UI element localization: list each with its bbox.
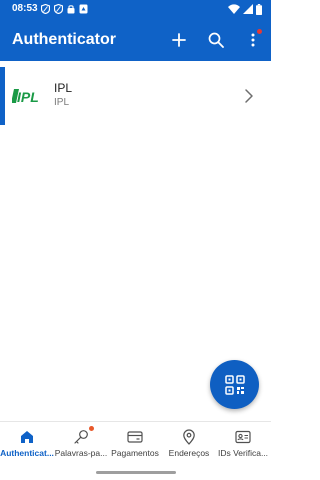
nav-label: Palavras-pa... [54,448,108,458]
nav-label: IDs Verifica... [217,448,269,458]
plus-icon [172,33,186,47]
shield-status-icon [41,4,50,14]
svg-text:IPL: IPL [17,89,39,105]
nav-badge [89,426,94,431]
chevron-right-icon [245,89,253,103]
nav-item-addresses[interactable]: Endereços [162,422,216,469]
wifi-icon [228,4,240,14]
bottom-navigation: Authenticat... Palavras-pa... Pagamentos… [0,421,271,469]
account-subtitle: IPL [54,97,70,108]
battery-icon [256,3,262,15]
account-list-item[interactable]: IPL [0,67,271,125]
qr-code-icon [224,374,245,395]
app-status-icon [79,4,88,14]
home-icon [21,431,33,443]
nav-label: Endereços [168,448,210,458]
search-icon [208,32,224,48]
account-name: IPL [54,81,73,95]
status-bar: 08:53 [0,0,271,18]
app-header: 08:53 Authenticator [0,0,271,61]
nav-item-passwords[interactable]: Palavras-pa... [54,422,108,469]
key-icon [74,430,88,444]
status-time: 08:53 [12,3,38,14]
id-card-icon [235,430,251,444]
nav-label: Pagamentos [111,448,159,458]
nav-item-verified-ids[interactable]: IDs Verifica... [216,422,270,469]
shield-status-icon [54,4,63,14]
nav-item-authenticator[interactable]: Authenticat... [0,422,54,469]
nav-item-payments[interactable]: Pagamentos [108,422,162,469]
scan-qr-button[interactable] [210,360,259,409]
gesture-navigation-bar[interactable] [96,471,176,474]
selected-indicator [0,67,5,125]
add-account-button[interactable] [167,28,191,52]
app-title: Authenticator [12,31,116,48]
more-options-button[interactable] [241,28,265,52]
more-vertical-icon [251,33,255,47]
location-icon [183,429,195,445]
nav-label: Authenticat... [0,448,54,458]
notification-dot [257,29,262,34]
lock-status-icon [67,5,75,14]
status-system-icons [228,3,262,15]
card-icon [127,431,143,443]
search-button[interactable] [204,28,228,52]
ipl-logo: IPL [12,89,39,105]
signal-icon [243,4,253,14]
status-notification-icons [41,3,88,15]
